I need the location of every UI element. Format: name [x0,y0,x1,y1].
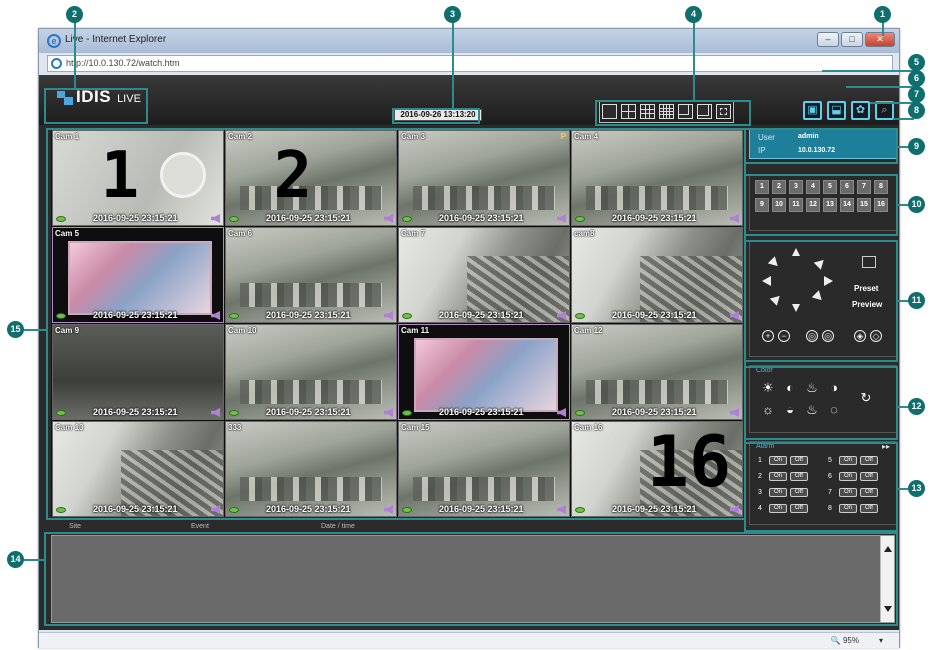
ie-logo-icon: e [47,34,61,48]
callout-1-line [882,22,884,36]
callout-15: 15 [7,321,24,338]
callout-8: 8 [908,102,925,119]
callout-11: 11 [908,292,925,309]
callout-14: 14 [7,551,24,568]
callout-5: 5 [908,54,925,71]
maximize-button[interactable]: □ [841,32,863,47]
window-title: Live - Internet Explorer [65,34,167,45]
event-log-column-header[interactable]: Site [69,523,81,530]
zoom-dropdown-icon[interactable]: ▾ [879,636,883,645]
export-icon[interactable]: ⬓ [827,101,846,120]
callout-5-line [822,70,914,72]
camera-grid-highlight [46,128,746,520]
callout-10: 10 [908,196,925,213]
callout-15-line [24,329,46,331]
datetime-highlight [392,108,480,124]
callout-14-line [24,559,44,561]
address-bar[interactable]: http://10.0.130.72/watch.htm [47,55,893,72]
event-log-column-header[interactable]: Event [191,523,209,530]
callout-6-line [846,86,914,88]
page-icon [51,58,62,69]
callout-2: 2 [66,6,83,23]
alarm-highlight [744,442,898,532]
callout-4-line [693,22,695,100]
logo-highlight [44,88,148,124]
event-log-column-header[interactable]: Date / time [321,523,355,530]
user-info-highlight [744,128,898,164]
callout-7: 7 [908,86,925,103]
callout-3: 3 [444,6,461,23]
callout-12: 12 [908,398,925,415]
callout-6: 6 [908,70,925,87]
zoom-value: 95% [842,636,859,645]
callout-1: 1 [874,6,891,23]
close-button[interactable]: ✕ [865,32,895,47]
title-bar: e Live - Internet Explorer – □ ✕ [39,29,899,53]
callout-7-line [870,102,914,104]
callout-2-line [74,22,76,88]
settings-icon[interactable]: ✿ [851,101,870,120]
channel-highlight [744,174,898,236]
event-log-highlight [44,532,898,626]
manual-figure: e Live - Internet Explorer – □ ✕ http://… [0,0,932,650]
snapshot-icon[interactable]: ▣ [803,101,822,120]
callout-9: 9 [908,138,925,155]
color-highlight [744,366,898,440]
minimize-button[interactable]: – [817,32,839,47]
ptz-highlight [744,240,898,362]
callout-13: 13 [908,480,925,497]
callout-3-line [452,22,454,108]
zoom-level[interactable]: 🔍 95% [831,636,859,645]
browser-status-bar: 🔍 95% ▾ [39,632,899,648]
callout-8-line [893,118,914,120]
layout-highlight [595,100,751,126]
address-url[interactable]: http://10.0.130.72/watch.htm [66,58,180,68]
callout-4: 4 [685,6,702,23]
